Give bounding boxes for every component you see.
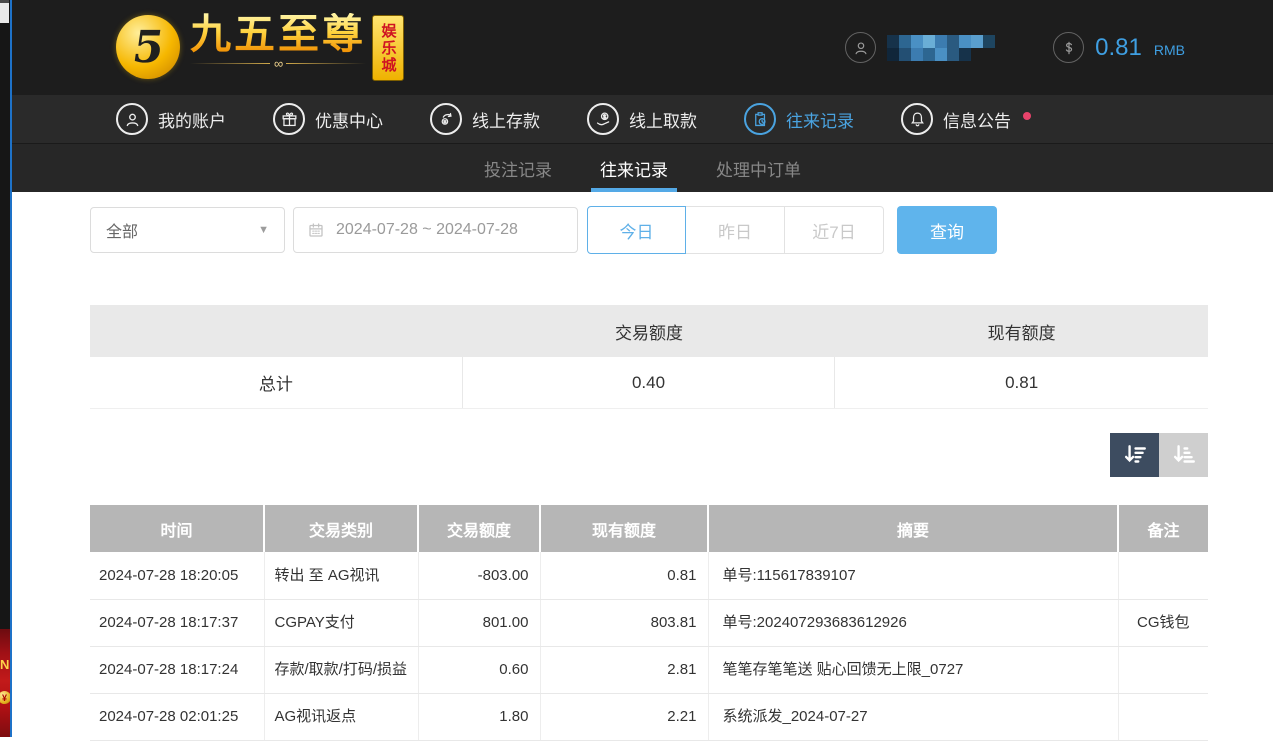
page: 5 九五至尊 ∞ 娱乐城 (12, 0, 1273, 737)
wallet-balance[interactable]: 0.81 RMB (1053, 32, 1185, 63)
yesterday-button[interactable]: 昨日 (686, 206, 785, 254)
table-cell: 0.81 (540, 552, 708, 599)
summary-total-balance: 0.81 (835, 357, 1208, 408)
nav-item-records[interactable]: 往来记录 (744, 103, 854, 135)
table-cell: -803.00 (418, 552, 540, 599)
table-cell (1118, 693, 1208, 740)
logo-flourish: ∞ (190, 57, 366, 69)
filter-bar: 全部 ▼ 2024-07-28 ~ 2024-07-28 今日 昨日 近7日 查… (90, 206, 1273, 254)
sort-ascending-icon (1171, 442, 1197, 468)
subnav-tabs: 投注记录 往来记录 处理中订单 (12, 143, 1273, 192)
summary-header-transaction: 交易额度 (463, 305, 836, 357)
table-cell: 笔笔存笔笔送 贴心回馈无上限_0727 (708, 646, 1118, 693)
table-cell: 2024-07-28 18:20:05 (90, 552, 264, 599)
today-button[interactable]: 今日 (587, 206, 686, 254)
background-window-sliver: N ¥ (0, 0, 10, 737)
background-promo-banner: N ¥ (0, 629, 10, 737)
table-cell: 1.80 (418, 693, 540, 740)
summary-total-transaction: 0.40 (463, 357, 836, 408)
summary-header-row: 交易额度 现有额度 (90, 305, 1208, 357)
nav-item-announcements[interactable]: 信息公告 (901, 103, 1031, 135)
table-cell: 2024-07-28 18:17:37 (90, 599, 264, 646)
nav-item-my-account[interactable]: 我的账户 (116, 103, 226, 135)
table-cell: 0.60 (418, 646, 540, 693)
user-icon (845, 32, 876, 63)
records-table-body: 2024-07-28 18:20:05转出 至 AG视讯-803.000.81单… (90, 552, 1208, 740)
table-row: 2024-07-28 02:01:25AG视讯返点1.802.21系统派发_20… (90, 693, 1208, 740)
logo-badge: 娱乐城 (372, 15, 404, 81)
table-header-cell: 时间 (90, 505, 264, 552)
tab-betting-records[interactable]: 投注记录 (481, 144, 555, 192)
table-cell (1118, 552, 1208, 599)
table-cell: 801.00 (418, 599, 540, 646)
table-cell: 2.81 (540, 646, 708, 693)
table-header-cell: 交易类别 (264, 505, 418, 552)
nav-item-promotions[interactable]: 优惠中心 (273, 103, 383, 135)
table-row: 2024-07-28 18:17:24存款/取款/打码/损益0.602.81笔笔… (90, 646, 1208, 693)
table-header-cell: 备注 (1118, 505, 1208, 552)
gift-icon (273, 103, 305, 135)
summary-total-row: 总计 0.40 0.81 (90, 357, 1208, 409)
logo-monogram-icon: 5 (116, 15, 180, 79)
table-cell: 2.21 (540, 693, 708, 740)
search-button[interactable]: 查询 (897, 206, 997, 254)
table-cell: 单号:115617839107 (708, 552, 1118, 599)
table-cell (1118, 646, 1208, 693)
gold-coin-icon: ¥ (0, 691, 10, 704)
withdraw-icon (587, 103, 619, 135)
table-header-cell: 交易额度 (418, 505, 540, 552)
sort-descending-icon (1122, 442, 1148, 468)
last7days-button[interactable]: 近7日 (785, 206, 884, 254)
balance-amount: 0.81 (1095, 34, 1142, 62)
type-select[interactable]: 全部 ▼ (90, 207, 285, 253)
summary-header-empty (90, 305, 463, 357)
bell-icon (901, 103, 933, 135)
promo-letter: N (0, 657, 9, 672)
nav-item-withdraw[interactable]: 线上取款 (587, 103, 697, 135)
background-window-scrollbar (0, 0, 9, 23)
main-nav: 我的账户 优惠中心 线上存款 (12, 95, 1273, 143)
tab-processing-orders[interactable]: 处理中订单 (713, 144, 804, 192)
table-cell: CGPAY支付 (264, 599, 418, 646)
nav-item-deposit[interactable]: 线上存款 (430, 103, 540, 135)
sort-descending-button[interactable] (1110, 433, 1159, 477)
topbar: 5 九五至尊 ∞ 娱乐城 (12, 0, 1273, 95)
table-cell: 转出 至 AG视讯 (264, 552, 418, 599)
table-cell: 系统派发_2024-07-27 (708, 693, 1118, 740)
window-focus-border (10, 0, 12, 737)
sort-ascending-button[interactable] (1159, 433, 1208, 477)
table-cell: 存款/取款/打码/损益 (264, 646, 418, 693)
user-account[interactable] (845, 32, 995, 63)
records-table: 时间交易类别交易额度现有额度摘要备注 2024-07-28 18:20:05转出… (90, 505, 1208, 741)
table-cell: CG钱包 (1118, 599, 1208, 646)
site-logo[interactable]: 5 九五至尊 ∞ 娱乐城 (116, 13, 404, 81)
logo-title: 九五至尊 (190, 13, 366, 56)
table-header-cell: 摘要 (708, 505, 1118, 552)
table-cell: 803.81 (540, 599, 708, 646)
tab-transaction-records[interactable]: 往来记录 (597, 144, 671, 192)
records-table-header: 时间交易类别交易额度现有额度摘要备注 (90, 505, 1208, 552)
table-cell: 2024-07-28 02:01:25 (90, 693, 264, 740)
table-cell: 2024-07-28 18:17:24 (90, 646, 264, 693)
sort-controls (12, 433, 1208, 477)
records-icon (744, 103, 776, 135)
username-redacted (887, 35, 995, 61)
calendar-icon (307, 221, 325, 239)
deposit-icon (430, 103, 462, 135)
table-row: 2024-07-28 18:17:37CGPAY支付801.00803.81单号… (90, 599, 1208, 646)
account-icon (116, 103, 148, 135)
table-cell: 单号:202407293683612926 (708, 599, 1118, 646)
table-row: 2024-07-28 18:20:05转出 至 AG视讯-803.000.81单… (90, 552, 1208, 599)
chevron-down-icon: ▼ (258, 224, 269, 236)
summary-header-balance: 现有额度 (835, 305, 1208, 357)
notification-dot (1023, 112, 1031, 120)
date-range-input[interactable]: 2024-07-28 ~ 2024-07-28 (293, 207, 578, 253)
table-cell: AG视讯返点 (264, 693, 418, 740)
quick-date-group: 今日 昨日 近7日 (587, 206, 884, 254)
summary-table: 交易额度 现有额度 总计 0.40 0.81 (90, 305, 1208, 409)
currency-label: RMB (1154, 42, 1185, 58)
table-header-cell: 现有额度 (540, 505, 708, 552)
dollar-coin-icon (1053, 32, 1084, 63)
summary-total-label: 总计 (90, 357, 463, 408)
